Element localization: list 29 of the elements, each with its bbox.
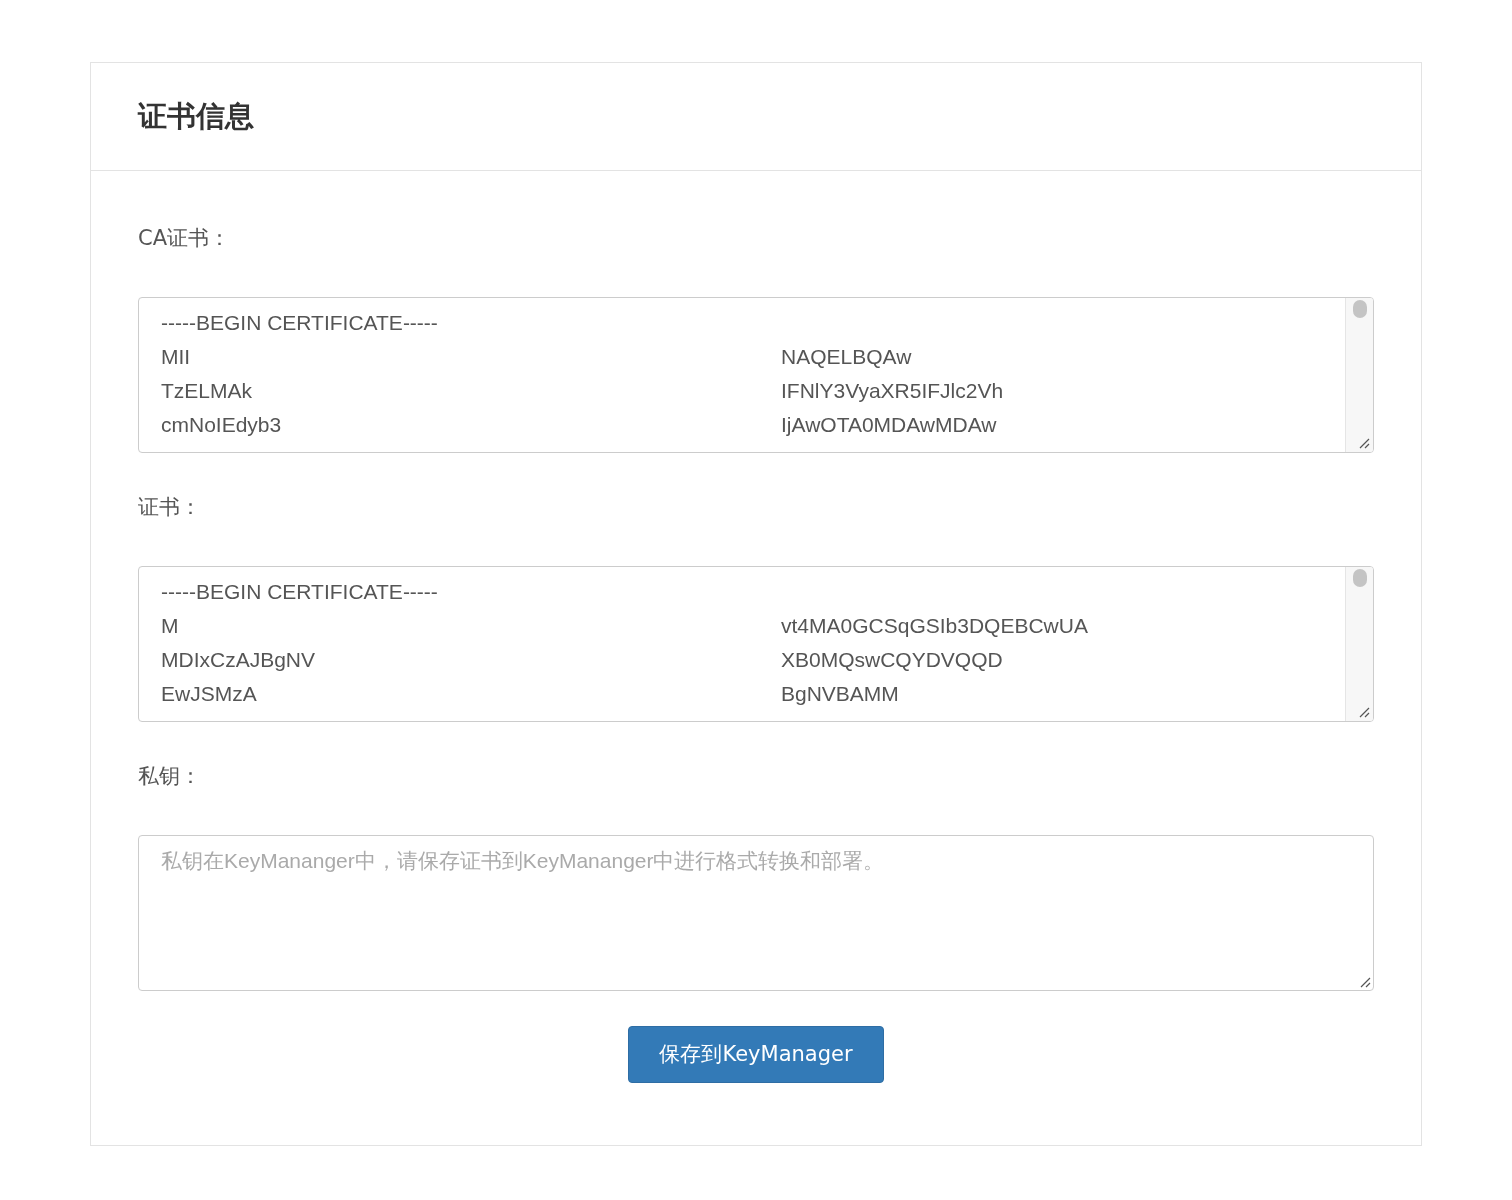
certificate-field[interactable]: -----BEGIN CERTIFICATE----- M vt4MA0GCSqGSIb3DQEBCwUA MDIxCzAJBgNV XB0MQswCQYDVQQD EwJSMzA BgNVBAMM: [138, 566, 1374, 722]
field-label: 私钥：: [138, 763, 202, 790]
resize-handle-icon[interactable]: [1358, 437, 1370, 449]
resize-handle-icon[interactable]: [1358, 706, 1370, 718]
certificate-field[interactable]: -----BEGIN CERTIFICATE----- MII NAQELBQAw TzELMAk IFNlY3VyaXR5IFJlc2Vh cmNoIEdyb3 IjAwOTA0MDAwMDAw: [138, 297, 1374, 453]
certificate-text: XB0MQswCQYDVQQD: [781, 647, 1003, 672]
certificate-text: cmNoIEdyb3: [161, 412, 283, 437]
private-key-field[interactable]: 私钥在KeyMananger中，请保存证书到KeyMananger中进行格式转换和部署。: [138, 835, 1374, 991]
certificate-text: IjAwOTA0MDAwMDAw: [781, 412, 997, 437]
certificate-text: EwJSMzA: [161, 681, 258, 706]
certificate-text: IFNlY3VyaXR5IFJlc2Vh: [781, 378, 1004, 403]
certificate-text: TzELMAk: [161, 378, 253, 403]
certificate-text: -----BEGIN CERTIFICATE-----: [161, 579, 439, 604]
field-label: 证书：: [138, 494, 202, 521]
certificate-text: -----BEGIN CERTIFICATE-----: [161, 310, 439, 335]
certificate-text: MDIxCzAJBgNV: [161, 647, 317, 672]
save-button[interactable]: 保存到KeyManager: [628, 1026, 884, 1083]
scrollbar-thumb[interactable]: [1352, 569, 1367, 587]
panel-title: 证书信息: [138, 97, 254, 135]
certificate-text: BgNVBAMM: [781, 681, 899, 706]
certificate-text: MII: [161, 344, 192, 369]
scrollbar-thumb[interactable]: [1352, 300, 1367, 318]
field-label: CA证书：: [138, 225, 232, 252]
resize-handle-icon[interactable]: [1359, 976, 1371, 988]
certificate-text: M: [161, 613, 180, 638]
certificate-text: NAQELBQAw: [781, 344, 912, 369]
scrollbar-track[interactable]: [1345, 567, 1373, 721]
scrollbar-track[interactable]: [1345, 298, 1373, 452]
certificate-text: vt4MA0GCSqGSIb3DQEBCwUA: [781, 613, 1088, 638]
